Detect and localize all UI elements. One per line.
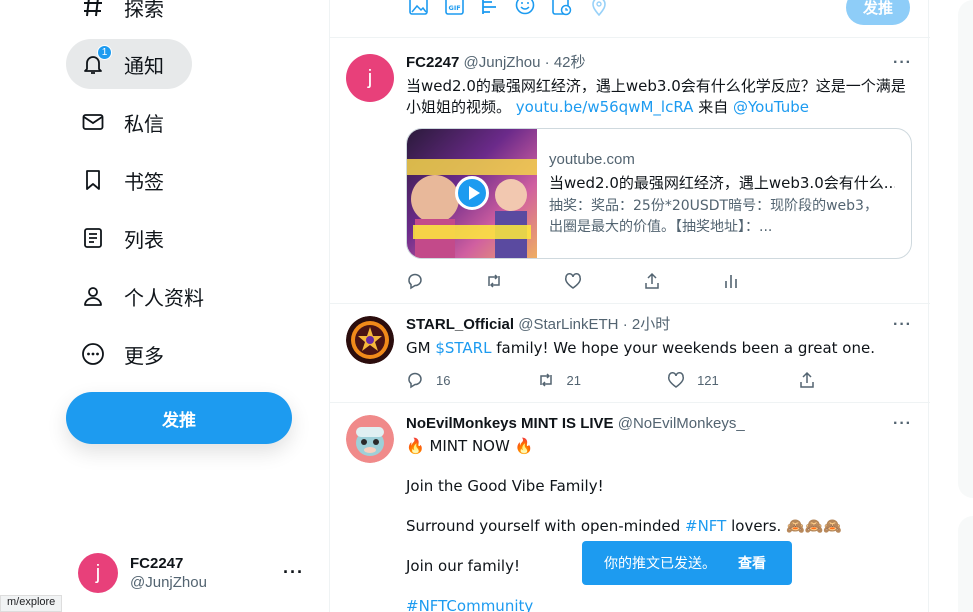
notification-badge: 1 [97,45,112,60]
reply-count: 16 [436,372,451,388]
analytics-button[interactable] [722,272,836,290]
retweet-icon [488,274,500,288]
toast-message: 你的推文已发送。 [604,556,716,572]
tweet-time[interactable]: · 42秒 [545,54,586,71]
sidebar-item-profile[interactable]: 个人资料 [66,271,218,321]
heart-icon [668,372,685,388]
bell-icon: 1 [80,45,112,77]
sidebar-item-label: 书签 [124,169,164,194]
sidebar-item-explore[interactable]: 探索 [66,0,178,32]
tweet-author-name[interactable]: NoEvilMonkeys MINT IS LIVE [406,415,614,432]
compose-toolbar: GIF 发推 [330,0,930,38]
toast-notification: 你的推文已发送。 查看 [582,541,792,585]
send-tweet-button[interactable]: 发推 [846,0,910,25]
tweet-author-handle[interactable]: @NoEvilMonkeys_ [618,415,745,432]
tweet-mention[interactable]: @YouTube [733,98,809,116]
avatar[interactable] [346,415,394,463]
play-icon[interactable] [455,176,489,210]
schedule-icon[interactable] [552,0,572,20]
heart-icon [564,273,582,289]
more-dots-icon[interactable]: ··· [283,562,304,583]
svg-text:GIF: GIF [449,4,461,12]
card-domain: youtube.com [549,151,635,168]
tweet-text: GM $STARL family! We hope your weekends … [406,339,875,357]
mail-icon [80,109,106,135]
tweet-author-name[interactable]: STARL_Official [406,316,514,333]
person-icon [80,283,106,309]
card-title: 当wed2.0的最强网红经济，遇上web3.0会有什么... [549,174,895,192]
location-icon[interactable] [589,0,609,20]
right-panel-card [958,516,973,612]
retweet-count: 21 [566,372,581,388]
retweet-button[interactable]: 21 [537,371,668,389]
sidebar-item-label: 通知 [124,53,164,78]
gif-icon[interactable]: GIF [445,0,465,20]
sidebar-item-label: 探索 [124,0,164,21]
sidebar-item-label: 更多 [124,343,164,368]
tweet-author-name[interactable]: FC2247 [406,54,459,71]
share-icon [799,371,814,388]
bookmark-icon [80,167,106,193]
card-description: 抽奖：奖品：25份*20USDT暗号：现阶段的web3， 出圈是最大的价值。【抽… [549,198,878,235]
tweet[interactable]: ··· STARL_Official @StarLinkETH · 2小时 GM… [330,304,930,403]
sidebar-item-label: 私信 [124,111,164,136]
tweet-author-handle[interactable]: @JunjZhou [464,54,541,71]
tweet-time[interactable]: · 2小时 [623,316,671,333]
hashtag-icon [80,0,106,20]
like-button[interactable]: 121 [667,371,798,389]
account-name: FC2247 [130,555,184,572]
tweet-text: 当wed2.0的最强网红经济，遇上web3.0会有什么化学反应？这是一个满是 小… [406,77,906,116]
right-panel-card [958,0,973,498]
sidebar-item-more[interactable]: 更多 [66,329,178,379]
sidebar-item-label: 列表 [124,227,164,252]
avatar[interactable]: j [346,54,394,102]
hashtag-link[interactable]: #NFT [685,517,726,535]
toast-view-link[interactable]: 查看 [738,553,766,573]
list-icon [80,225,106,251]
poll-icon[interactable] [480,0,500,20]
retweet-icon [539,373,552,387]
tweet-author-handle[interactable]: @StarLinkETH [518,316,618,333]
sidebar-item-bookmarks[interactable]: 书签 [66,155,178,205]
share-icon [645,272,659,289]
link-card[interactable]: youtube.com 当wed2.0的最强网红经济，遇上web3.0会有什么.… [406,128,912,259]
like-count: 121 [697,372,719,388]
reply-button[interactable]: 16 [406,371,537,389]
tweet[interactable]: j ··· FC2247 @JunjZhou · 42秒 当wed2.0的最强网… [330,38,930,304]
tweet-text: 🔥 MINT NOW 🔥 Join the Good Vibe Family! … [406,436,914,612]
sidebar-item-lists[interactable]: 列表 [66,213,178,263]
cashtag-link[interactable]: $STARL [435,339,491,357]
reply-icon [408,372,422,389]
emoji-icon[interactable] [515,0,535,20]
account-switcher[interactable]: j FC2247 @JunjZhou ··· [66,540,316,606]
reply-icon [408,273,422,290]
share-button[interactable] [798,371,836,389]
more-circle-icon [80,341,106,367]
avatar: j [78,553,118,593]
avatar[interactable] [346,316,394,364]
analytics-icon [725,275,737,288]
sidebar-item-messages[interactable]: 私信 [66,97,178,147]
tweet-link[interactable]: youtu.be/w56qwM_lcRA [516,98,694,116]
video-thumbnail[interactable] [407,129,537,258]
sidebar-item-notifications[interactable]: 1 通知 [66,39,192,89]
image-icon[interactable] [409,0,429,20]
sidebar-item-label: 个人资料 [124,285,204,310]
account-handle: @JunjZhou [130,574,207,591]
hashtag-link[interactable]: #NFTCommunity [406,596,914,612]
timeline-column: GIF 发推 j ··· FC2247 @JunjZhou · 42秒 当wed… [329,0,930,612]
status-url: m/explore [0,595,63,612]
tweet-button[interactable]: 发推 [66,392,292,444]
